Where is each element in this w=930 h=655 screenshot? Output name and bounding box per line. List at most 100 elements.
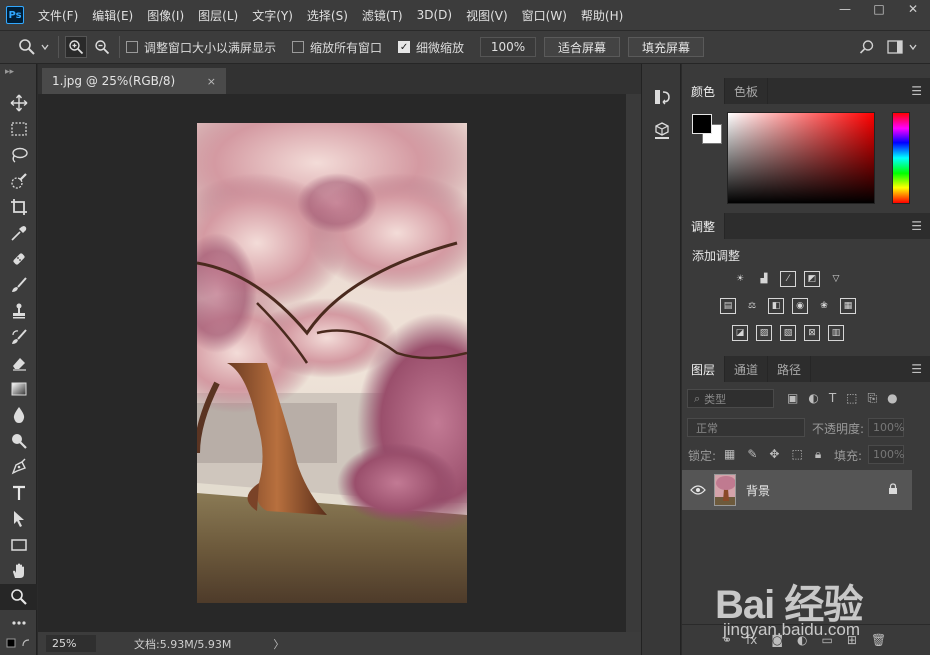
- panel-menu-icon[interactable]: ☰: [911, 362, 922, 376]
- eraser-icon[interactable]: [0, 350, 37, 376]
- checkbox-box[interactable]: [292, 41, 305, 53]
- rectangle-tool-icon[interactable]: [0, 532, 37, 558]
- hand-icon[interactable]: [0, 558, 37, 584]
- menu-type[interactable]: 文字(Y): [252, 7, 293, 24]
- selective-color-icon[interactable]: ⊠: [804, 325, 820, 341]
- smart-object-filter-icon[interactable]: ⎘: [868, 391, 878, 406]
- vibrance-icon[interactable]: ▽: [828, 271, 844, 287]
- brightness-contrast-icon[interactable]: ☀: [732, 271, 748, 287]
- panel-menu-icon[interactable]: ☰: [911, 219, 922, 233]
- photo-filter-icon[interactable]: ◉: [792, 298, 808, 314]
- scrubby-zoom-checkbox[interactable]: ✓ 细微缩放: [398, 39, 464, 56]
- checkbox-box[interactable]: [126, 41, 138, 53]
- path-selection-icon[interactable]: [0, 506, 37, 532]
- vertical-scrollbar[interactable]: [626, 94, 641, 632]
- color-balance-icon[interactable]: ⚖: [744, 298, 760, 314]
- shape-filter-icon[interactable]: ⬚: [846, 391, 857, 406]
- minimize-button[interactable]: —: [828, 0, 862, 18]
- history-panel-icon[interactable]: [642, 80, 682, 114]
- image-filter-icon[interactable]: ▣: [787, 391, 798, 406]
- tab-paths[interactable]: 路径: [768, 356, 812, 382]
- close-icon[interactable]: ×: [207, 75, 216, 88]
- move-tool-icon[interactable]: [0, 90, 37, 116]
- clone-stamp-icon[interactable]: [0, 298, 37, 324]
- collapse-arrows-icon[interactable]: ▸▸: [0, 64, 36, 90]
- lock-artboard-icon[interactable]: ⬚: [791, 447, 802, 462]
- add-mask-icon[interactable]: ◙: [771, 633, 783, 647]
- lock-transparent-icon[interactable]: ▦: [724, 447, 735, 462]
- levels-icon[interactable]: ▟: [756, 271, 772, 287]
- healing-brush-icon[interactable]: [0, 246, 37, 272]
- tab-channels[interactable]: 通道: [725, 356, 769, 382]
- tab-color[interactable]: 颜色: [682, 78, 726, 104]
- new-layer-icon[interactable]: ⊞: [847, 633, 857, 647]
- chevron-down-icon[interactable]: [38, 36, 52, 58]
- link-layers-icon[interactable]: ⚭: [722, 633, 732, 647]
- brush-icon[interactable]: [0, 272, 37, 298]
- color-lookup-icon[interactable]: ▦: [840, 298, 856, 314]
- close-button[interactable]: ✕: [896, 0, 930, 18]
- layer-filter-select[interactable]: ⌕ 类型: [687, 389, 774, 408]
- blur-icon[interactable]: [0, 402, 37, 428]
- zoom-percent-field[interactable]: 100%: [480, 37, 537, 57]
- panel-menu-icon[interactable]: ☰: [911, 84, 922, 98]
- menu-view[interactable]: 视图(V): [466, 7, 508, 24]
- opacity-field[interactable]: 100%: [868, 418, 904, 437]
- menu-image[interactable]: 图像(I): [147, 7, 184, 24]
- zoom-tool-icon[interactable]: [0, 584, 37, 610]
- hue-slider[interactable]: [892, 112, 910, 204]
- checkmark-icon[interactable]: ✓: [398, 41, 411, 53]
- menu-3d[interactable]: 3D(D): [417, 8, 452, 22]
- fill-field[interactable]: 100%: [868, 445, 904, 464]
- lock-position-icon[interactable]: ✥: [769, 447, 779, 462]
- properties-panel-icon[interactable]: [642, 114, 682, 148]
- new-adjustment-layer-icon[interactable]: ◐: [797, 633, 807, 647]
- menu-layer[interactable]: 图层(L): [198, 7, 238, 24]
- menu-edit[interactable]: 编辑(E): [92, 7, 133, 24]
- layer-item[interactable]: 背景: [682, 470, 912, 510]
- blend-mode-select[interactable]: 正常: [687, 418, 805, 437]
- document-tab[interactable]: 1.jpg @ 25%(RGB/8) ×: [42, 68, 226, 94]
- channel-mixer-icon[interactable]: ❀: [816, 298, 832, 314]
- menu-file[interactable]: 文件(F): [38, 7, 78, 24]
- workspace-icon[interactable]: [884, 36, 906, 58]
- invert-icon[interactable]: ◪: [732, 325, 748, 341]
- posterize-icon[interactable]: ▨: [756, 325, 772, 341]
- lock-paint-icon[interactable]: ✎: [747, 447, 757, 462]
- trash-icon[interactable]: 🗑︎: [871, 633, 886, 647]
- black-white-icon[interactable]: ◧: [768, 298, 784, 314]
- status-zoom-field[interactable]: 25%: [46, 635, 96, 652]
- tab-swatches[interactable]: 色板: [725, 78, 769, 104]
- search-icon[interactable]: [856, 36, 878, 58]
- lasso-icon[interactable]: [0, 142, 37, 168]
- menu-window[interactable]: 窗口(W): [522, 7, 567, 24]
- restore-button[interactable]: □: [862, 0, 896, 18]
- swap-colors-icon[interactable]: [0, 636, 37, 650]
- threshold-icon[interactable]: ▧: [780, 325, 796, 341]
- pen-icon[interactable]: [0, 454, 37, 480]
- hue-saturation-icon[interactable]: ▤: [720, 298, 736, 314]
- history-brush-icon[interactable]: [0, 324, 37, 350]
- zoom-tool-preset-icon[interactable]: [16, 36, 38, 58]
- new-group-icon[interactable]: ▭: [822, 633, 833, 647]
- crop-icon[interactable]: [0, 194, 37, 220]
- menu-filter[interactable]: 滤镜(T): [362, 7, 403, 24]
- visibility-eye-icon[interactable]: [682, 485, 714, 495]
- zoom-in-icon[interactable]: [65, 36, 87, 58]
- curves-icon[interactable]: ⁄: [780, 271, 796, 287]
- zoom-all-windows-checkbox[interactable]: 缩放所有窗口: [292, 39, 382, 56]
- fill-screen-button[interactable]: 填充屏幕: [628, 37, 705, 57]
- filter-toggle-icon[interactable]: ●: [887, 391, 897, 406]
- quick-selection-icon[interactable]: [0, 168, 37, 194]
- gradient-icon[interactable]: [0, 376, 37, 402]
- zoom-out-icon[interactable]: [91, 36, 113, 58]
- chevron-down-icon[interactable]: [906, 36, 920, 58]
- resize-windows-checkbox[interactable]: 调整窗口大小以满屏显示: [126, 39, 276, 56]
- rectangular-marquee-icon[interactable]: [0, 116, 37, 142]
- type-tool-icon[interactable]: [0, 480, 37, 506]
- color-picker-field[interactable]: [727, 112, 875, 204]
- lock-all-icon[interactable]: 🔒︎: [815, 447, 821, 462]
- more-tools-icon[interactable]: [0, 610, 37, 636]
- adjustment-filter-icon[interactable]: ◐: [808, 391, 818, 406]
- exposure-icon[interactable]: ◩: [804, 271, 820, 287]
